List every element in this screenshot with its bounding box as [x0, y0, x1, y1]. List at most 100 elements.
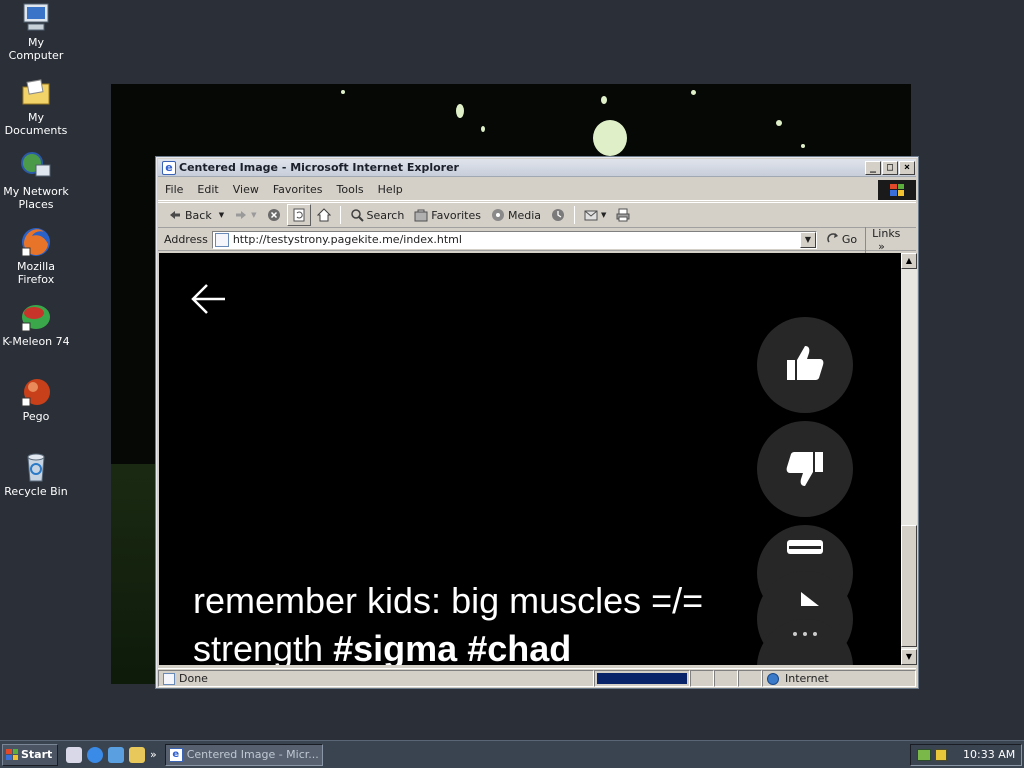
- progress-bar: [594, 670, 690, 687]
- progress-fill: [597, 673, 687, 684]
- menu-view[interactable]: View: [226, 183, 266, 196]
- status-text: Done: [179, 672, 208, 685]
- favorites-button[interactable]: Favorites: [410, 204, 485, 226]
- show-desktop-icon[interactable]: [66, 746, 82, 763]
- window-title: Centered Image - Microsoft Internet Expl…: [179, 161, 459, 174]
- printer-icon: [616, 208, 630, 222]
- status-cell-empty: [714, 670, 738, 687]
- windows-logo-throbber: [878, 179, 916, 200]
- address-input[interactable]: http://testystrony.pagekite.me/index.htm…: [211, 230, 817, 249]
- windows-flag-icon: [6, 749, 18, 760]
- menu-tools[interactable]: Tools: [330, 183, 371, 196]
- address-label: Address: [164, 233, 208, 246]
- back-arrow-icon: [168, 208, 182, 222]
- title-bar[interactable]: e Centered Image - Microsoft Internet Ex…: [158, 159, 916, 177]
- back-button[interactable]: Back ▼: [164, 204, 228, 226]
- links-toolbar[interactable]: Links »: [865, 226, 916, 253]
- page-content: remember kids: big muscles =/= strength …: [159, 253, 901, 665]
- security-tray-icon[interactable]: [935, 748, 947, 761]
- security-zone: Internet: [762, 670, 916, 687]
- scroll-down-icon[interactable]: ▼: [901, 649, 917, 665]
- go-arrow-icon: [827, 232, 839, 247]
- forward-button[interactable]: ▼: [230, 204, 260, 226]
- media-icon: [491, 208, 505, 222]
- menu-favorites[interactable]: Favorites: [266, 183, 330, 196]
- hashtag-chad[interactable]: #chad: [467, 628, 571, 665]
- recycle-bin-icon: [20, 451, 52, 483]
- menu-help[interactable]: Help: [371, 183, 410, 196]
- globe-icon: [767, 672, 779, 685]
- standard-toolbar: Back ▼ ▼ Search Favorites Media ▼: [158, 202, 916, 228]
- dislike-button[interactable]: [757, 421, 853, 517]
- desktop-icon-label: My Network Places: [3, 185, 69, 211]
- maximize-button[interactable]: □: [882, 160, 898, 175]
- desktop-icon-network-places[interactable]: My Network Places: [0, 151, 72, 211]
- close-button[interactable]: ×: [899, 160, 915, 175]
- back-dropdown-icon[interactable]: ▼: [219, 211, 224, 219]
- thumbs-down-icon: [785, 448, 825, 491]
- zone-label: Internet: [785, 672, 829, 685]
- taskbar-button-ie[interactable]: e Centered Image - Micr...: [164, 743, 323, 766]
- forward-dropdown-icon[interactable]: ▼: [251, 211, 256, 219]
- toolbar-separator: [339, 206, 341, 224]
- search-icon: [350, 208, 364, 222]
- stop-button[interactable]: [263, 204, 285, 226]
- menu-file[interactable]: File: [158, 183, 190, 196]
- hashtag-sigma[interactable]: #sigma: [333, 628, 457, 665]
- desktop-icon-firefox[interactable]: Mozilla Firefox: [0, 226, 72, 286]
- network-tray-icon[interactable]: [917, 748, 931, 761]
- scroll-up-icon[interactable]: ▲: [901, 253, 917, 269]
- clock[interactable]: 10:33 AM: [963, 748, 1015, 761]
- internet-explorer-icon[interactable]: [87, 746, 103, 763]
- more-icon: [785, 629, 825, 642]
- status-text-cell: Done: [158, 670, 594, 687]
- mail-dropdown-icon[interactable]: ▼: [601, 211, 606, 219]
- address-bar: Address http://testystrony.pagekite.me/i…: [158, 226, 916, 253]
- search-button[interactable]: Search: [346, 204, 409, 226]
- history-button[interactable]: [547, 204, 569, 226]
- system-tray: 10:33 AM: [910, 743, 1022, 766]
- chevron-right-icon[interactable]: »: [150, 748, 157, 761]
- firefox-icon: [20, 226, 52, 258]
- page-icon: [214, 232, 229, 247]
- minimize-button[interactable]: _: [865, 160, 881, 175]
- desktop-icon-pego[interactable]: Pego: [0, 376, 72, 423]
- menu-edit[interactable]: Edit: [190, 183, 225, 196]
- toolbar-separator: [574, 206, 576, 224]
- ie-window: e Centered Image - Microsoft Internet Ex…: [155, 156, 919, 689]
- thumbs-up-icon: [785, 344, 825, 387]
- start-button[interactable]: Start: [2, 743, 58, 766]
- taskbar: Start » e Centered Image - Micr... 10:33…: [0, 740, 1024, 768]
- back-label: Back: [185, 208, 212, 222]
- vertical-scrollbar[interactable]: ▲ ▼: [901, 253, 917, 665]
- status-cell-empty: [690, 670, 714, 687]
- media-button[interactable]: Media: [487, 204, 545, 226]
- stop-icon: [267, 208, 281, 222]
- start-label: Start: [21, 748, 53, 761]
- go-button[interactable]: Go: [823, 232, 861, 247]
- home-button[interactable]: [313, 204, 335, 226]
- like-button[interactable]: [757, 317, 853, 413]
- desktop-icon-my-computer[interactable]: My Computer: [0, 2, 72, 62]
- explorer-icon[interactable]: [129, 746, 145, 763]
- links-label: Links: [872, 226, 901, 240]
- home-icon: [316, 208, 331, 222]
- refresh-button[interactable]: [286, 204, 311, 226]
- network-icon: [20, 151, 52, 183]
- quick-launch: »: [66, 746, 157, 763]
- mail-button[interactable]: ▼: [580, 204, 610, 226]
- scroll-thumb[interactable]: [901, 525, 917, 647]
- address-dropdown-icon[interactable]: ▼: [799, 231, 816, 248]
- mail-icon: [584, 208, 598, 222]
- k-meleon-icon: [20, 301, 52, 333]
- status-cell-empty: [738, 670, 762, 687]
- print-button[interactable]: [612, 204, 634, 226]
- back-arrow-icon[interactable]: [191, 283, 229, 315]
- desktop-icon-k-meleon[interactable]: K-Meleon 74: [0, 301, 72, 348]
- desktop-icon-label: Pego: [22, 410, 50, 423]
- outlook-express-icon[interactable]: [108, 746, 124, 763]
- desktop-icon-my-documents[interactable]: My Documents: [0, 77, 72, 137]
- desktop-icon-recycle-bin[interactable]: Recycle Bin: [0, 451, 72, 498]
- desktop-icon-label: My Documents: [4, 111, 68, 137]
- internet-explorer-icon: e: [162, 160, 176, 175]
